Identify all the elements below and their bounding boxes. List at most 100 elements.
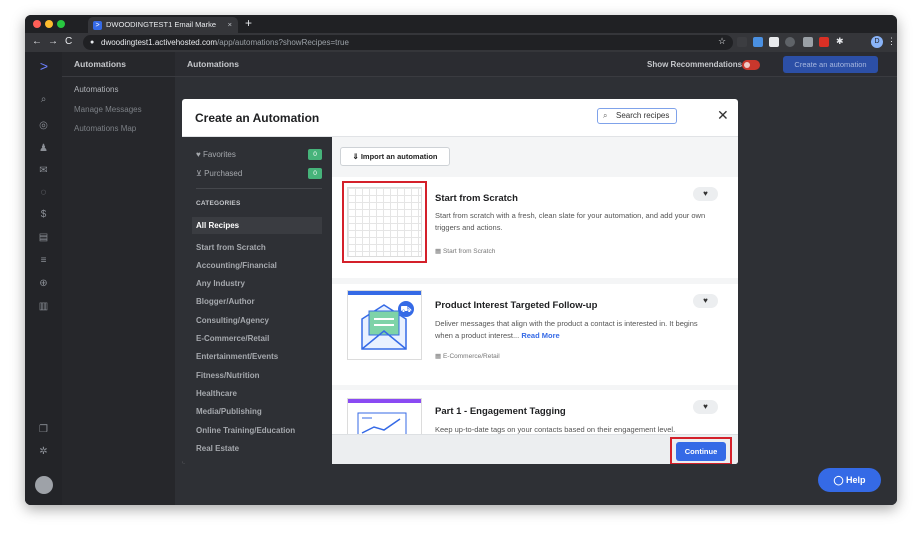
deals-icon[interactable]: $ [25, 209, 62, 220]
bookmark-star-icon[interactable]: ☆ [718, 36, 726, 47]
heart-icon: ♥ [196, 150, 203, 159]
browser-toolbar: ← → C ● dwoodingtest1.activehosted.com/a… [25, 33, 897, 52]
favorites-filter[interactable]: ♥ Favorites [196, 150, 236, 159]
tag-icon: ▦ [435, 353, 443, 360]
contacts-icon[interactable]: ♟ [25, 143, 62, 154]
favorite-heart-button[interactable]: ♥ [693, 187, 718, 201]
extension-icon[interactable] [803, 37, 813, 47]
highlight-box [342, 181, 427, 263]
close-modal-icon[interactable]: ✕ [717, 107, 729, 124]
category-all-recipes[interactable]: All Recipes [196, 221, 239, 230]
search-icon[interactable]: ⌕ [25, 94, 62, 105]
purchased-count-badge: 0 [308, 168, 322, 179]
pages-icon[interactable]: ❐ [25, 424, 62, 435]
recipe-list: ⇓ Import an automation Start from Scratc… [332, 137, 738, 464]
extension-icon[interactable] [785, 37, 795, 47]
category-real-estate[interactable]: Real Estate [196, 444, 239, 453]
lock-icon: ● [90, 39, 95, 46]
user-avatar[interactable] [35, 476, 53, 494]
purchased-filter[interactable]: ⊻ Purchased [196, 169, 242, 178]
cart-icon: ⊻ [196, 169, 205, 178]
lists-icon[interactable]: ≡ [25, 255, 62, 266]
recipe-description: Deliver messages that align with the pro… [435, 319, 698, 340]
maximize-window-icon[interactable] [57, 20, 65, 28]
divider [196, 188, 322, 189]
automations-icon[interactable]: ◌ [25, 187, 62, 198]
subnav-item-automations-map[interactable]: Automations Map [74, 124, 136, 133]
help-label: Help [846, 475, 866, 485]
close-tab-icon[interactable]: × [228, 17, 232, 33]
download-icon: ⇓ [352, 152, 361, 161]
profile-avatar[interactable]: D [871, 36, 883, 48]
kebab-menu-icon[interactable]: ⋮ [887, 36, 896, 47]
activecampaign-icon: > [93, 21, 102, 30]
category-any-industry[interactable]: Any Industry [196, 279, 245, 288]
recipe-category-tag: ▦ Start from Scratch [435, 248, 496, 255]
minimize-window-icon[interactable] [45, 20, 53, 28]
category-online-training-education[interactable]: Online Training/Education [196, 426, 295, 435]
extension-icon[interactable] [769, 37, 779, 47]
forward-icon[interactable]: → [48, 36, 58, 47]
category-entertainment-events[interactable]: Entertainment/Events [196, 352, 278, 361]
category-healthcare[interactable]: Healthcare [196, 389, 237, 398]
category-blogger-author[interactable]: Blogger/Author [196, 297, 255, 306]
category-ecommerce-retail[interactable]: E-Commerce/Retail [196, 334, 269, 343]
address-bar[interactable]: ● dwoodingtest1.activehosted.com/app/aut… [83, 35, 733, 50]
category-accounting-financial[interactable]: Accounting/Financial [196, 261, 277, 270]
location-icon[interactable]: ◎ [25, 120, 62, 131]
help-button[interactable]: ◯ Help [818, 468, 881, 492]
read-more-link[interactable]: Read More [521, 331, 559, 340]
extension-icon[interactable] [737, 37, 747, 47]
puzzle-icon[interactable]: ✱ [836, 36, 846, 46]
extension-icon[interactable] [819, 37, 829, 47]
search-icon: ⌕ [603, 111, 608, 120]
category-consulting-agency[interactable]: Consulting/Agency [196, 316, 269, 325]
extension-icon[interactable] [753, 37, 763, 47]
email-cart-thumbnail: ⛟ [347, 290, 422, 360]
favorites-count-badge: 0 [308, 149, 322, 160]
tag-icon: ▦ [435, 248, 443, 255]
subnav-item-manage-messages[interactable]: Manage Messages [74, 105, 142, 114]
mail-icon[interactable]: ✉ [25, 165, 62, 176]
category-start-from-scratch[interactable]: Start from Scratch [196, 243, 266, 252]
import-automation-button[interactable]: ⇓ Import an automation [340, 147, 450, 166]
modal-title: Create an Automation [195, 111, 320, 125]
recipe-filter-sidebar: ♥ Favorites 0 ⊻ Purchased 0 CATEGORIES A… [182, 137, 332, 464]
back-icon[interactable]: ← [32, 36, 42, 47]
reports-icon[interactable]: ▥ [25, 301, 62, 312]
recipe-category-tag: ▦ E-Commerce/Retail [435, 353, 500, 360]
browser-tab[interactable]: > DWOODINGTEST1 Email Marke × [88, 17, 238, 33]
conversations-icon[interactable]: ▤ [25, 232, 62, 243]
reload-icon[interactable]: C [65, 36, 72, 47]
website-icon[interactable]: ⊕ [25, 278, 62, 289]
subnav-item-automations[interactable]: Automations [74, 85, 118, 94]
page-title: Automations [187, 59, 239, 69]
svg-text:⛟: ⛟ [400, 305, 411, 315]
show-recommendations-label: Show Recommendations [647, 60, 743, 69]
category-fitness-nutrition[interactable]: Fitness/Nutrition [196, 371, 260, 380]
show-recommendations-toggle[interactable] [742, 60, 760, 70]
email-cart-icon: ⛟ [348, 291, 421, 350]
recipe-card-product-interest[interactable]: ⛟ Product Interest Targeted Follow-up De… [332, 284, 738, 385]
modal-footer: Continue [332, 434, 738, 464]
category-media-publishing[interactable]: Media/Publishing [196, 407, 262, 416]
search-recipes-input[interactable]: ⌕ Search recipes [597, 108, 677, 124]
recipe-card-start-from-scratch[interactable]: Start from Scratch Start from scratch wi… [332, 177, 738, 278]
automations-subnav: Automations Automations Manage Messages … [62, 52, 175, 505]
recipe-description: Start from scratch with a fresh, clean s… [435, 211, 706, 232]
close-window-icon[interactable] [33, 20, 41, 28]
browser-window: > DWOODINGTEST1 Email Marke × + ← → C ● … [25, 15, 897, 505]
create-automation-button[interactable]: Create an automation [783, 56, 878, 73]
url-host: dwoodingtest1.activehosted.com [101, 38, 218, 47]
settings-icon[interactable]: ✲ [25, 446, 62, 457]
url-path: /app/automations?showRecipes=true [217, 38, 349, 47]
new-tab-icon[interactable]: + [245, 16, 252, 30]
recipe-title: Start from Scratch [435, 193, 518, 204]
modal-header: Create an Automation ⌕ Search recipes ✕ [182, 99, 738, 137]
favorite-heart-button[interactable]: ♥ [693, 294, 718, 308]
favorite-heart-button[interactable]: ♥ [693, 400, 718, 414]
tab-title: DWOODINGTEST1 Email Marke [106, 20, 217, 29]
tab-strip: > DWOODINGTEST1 Email Marke × + [25, 15, 897, 33]
activecampaign-logo[interactable]: > [35, 57, 53, 75]
chat-icon: ◯ [833, 475, 847, 485]
